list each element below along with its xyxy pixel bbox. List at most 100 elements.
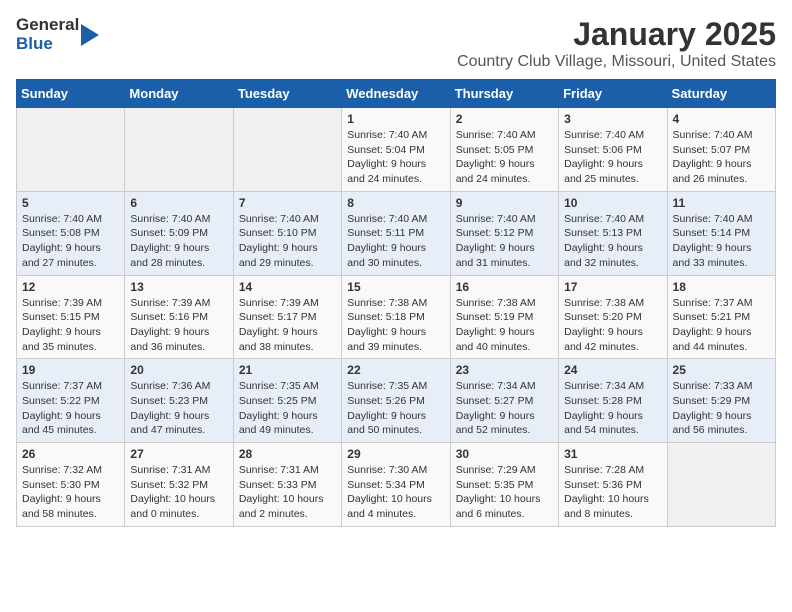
day-info: Sunrise: 7:40 AM Sunset: 5:05 PM Dayligh…: [456, 128, 553, 187]
day-number: 20: [130, 363, 227, 377]
day-info: Sunrise: 7:30 AM Sunset: 5:34 PM Dayligh…: [347, 463, 444, 522]
col-header-tuesday: Tuesday: [233, 80, 341, 108]
day-number: 14: [239, 280, 336, 294]
day-number: 11: [673, 196, 770, 210]
day-number: 24: [564, 363, 661, 377]
day-info: Sunrise: 7:34 AM Sunset: 5:28 PM Dayligh…: [564, 379, 661, 438]
calendar-week-row: 5 Sunrise: 7:40 AM Sunset: 5:08 PM Daylig…: [17, 191, 776, 275]
day-info: Sunrise: 7:33 AM Sunset: 5:29 PM Dayligh…: [673, 379, 770, 438]
day-number: 30: [456, 447, 553, 461]
day-number: 13: [130, 280, 227, 294]
day-info: Sunrise: 7:40 AM Sunset: 5:04 PM Dayligh…: [347, 128, 444, 187]
calendar-cell: 25Sunrise: 7:33 AM Sunset: 5:29 PM Dayli…: [667, 359, 775, 443]
day-number: 29: [347, 447, 444, 461]
page-header: General Blue January 2025 Country Club V…: [16, 16, 776, 71]
day-number: 18: [673, 280, 770, 294]
day-info: Sunrise: 7:39 AM Sunset: 5:16 PM Dayligh…: [130, 296, 227, 355]
day-info: Sunrise: 7:35 AM Sunset: 5:25 PM Dayligh…: [239, 379, 336, 438]
day-number: 31: [564, 447, 661, 461]
calendar-cell: 17 Sunrise: 7:38 AM Sunset: 5:20 PM Dayli…: [559, 275, 667, 359]
location-title: Country Club Village, Missouri, United S…: [457, 53, 776, 71]
title-block: January 2025 Country Club Village, Misso…: [457, 16, 776, 71]
col-header-friday: Friday: [559, 80, 667, 108]
logo-blue: Blue: [16, 35, 79, 54]
logo-text: General Blue: [16, 16, 99, 53]
day-info: Sunrise: 7:32 AM Sunset: 5:30 PM Dayligh…: [22, 463, 119, 522]
day-info: Sunrise: 7:40 AM Sunset: 5:12 PM Dayligh…: [456, 212, 553, 271]
day-number: 12: [22, 280, 119, 294]
day-info: Sunrise: 7:39 AM Sunset: 5:15 PM Dayligh…: [22, 296, 119, 355]
day-number: 8: [347, 196, 444, 210]
logo: General Blue: [16, 16, 99, 53]
calendar-cell: 16 Sunrise: 7:38 AM Sunset: 5:19 PM Dayli…: [450, 275, 558, 359]
day-number: 26: [22, 447, 119, 461]
calendar-cell: 31 Sunrise: 7:28 AM Sunset: 5:36 PM Dayli…: [559, 443, 667, 527]
day-info: Sunrise: 7:35 AM Sunset: 5:26 PM Dayligh…: [347, 379, 444, 438]
calendar-cell: 27 Sunrise: 7:31 AM Sunset: 5:32 PM Dayli…: [125, 443, 233, 527]
calendar-cell: 1 Sunrise: 7:40 AM Sunset: 5:04 PM Daylig…: [342, 108, 450, 192]
day-info: Sunrise: 7:28 AM Sunset: 5:36 PM Dayligh…: [564, 463, 661, 522]
day-number: 5: [22, 196, 119, 210]
day-info: Sunrise: 7:40 AM Sunset: 5:11 PM Dayligh…: [347, 212, 444, 271]
day-info: Sunrise: 7:34 AM Sunset: 5:27 PM Dayligh…: [456, 379, 553, 438]
calendar-cell: 7Sunrise: 7:40 AM Sunset: 5:10 PM Daylig…: [233, 191, 341, 275]
calendar-cell: 22Sunrise: 7:35 AM Sunset: 5:26 PM Dayli…: [342, 359, 450, 443]
day-info: Sunrise: 7:31 AM Sunset: 5:32 PM Dayligh…: [130, 463, 227, 522]
day-number: 3: [564, 112, 661, 126]
col-header-sunday: Sunday: [17, 80, 125, 108]
calendar-week-row: 19 Sunrise: 7:37 AM Sunset: 5:22 PM Dayli…: [17, 359, 776, 443]
calendar-week-row: 12 Sunrise: 7:39 AM Sunset: 5:15 PM Dayli…: [17, 275, 776, 359]
calendar-cell: [17, 108, 125, 192]
day-number: 6: [130, 196, 227, 210]
calendar-cell: 3Sunrise: 7:40 AM Sunset: 5:06 PM Daylig…: [559, 108, 667, 192]
calendar-cell: 12 Sunrise: 7:39 AM Sunset: 5:15 PM Dayli…: [17, 275, 125, 359]
day-number: 4: [673, 112, 770, 126]
calendar-cell: 14Sunrise: 7:39 AM Sunset: 5:17 PM Dayli…: [233, 275, 341, 359]
day-info: Sunrise: 7:40 AM Sunset: 5:07 PM Dayligh…: [673, 128, 770, 187]
day-info: Sunrise: 7:40 AM Sunset: 5:08 PM Dayligh…: [22, 212, 119, 271]
calendar-cell: 28 Sunrise: 7:31 AM Sunset: 5:33 PM Dayli…: [233, 443, 341, 527]
col-header-saturday: Saturday: [667, 80, 775, 108]
calendar-cell: 26 Sunrise: 7:32 AM Sunset: 5:30 PM Dayli…: [17, 443, 125, 527]
calendar-cell: 8 Sunrise: 7:40 AM Sunset: 5:11 PM Daylig…: [342, 191, 450, 275]
day-info: Sunrise: 7:40 AM Sunset: 5:09 PM Dayligh…: [130, 212, 227, 271]
day-info: Sunrise: 7:40 AM Sunset: 5:13 PM Dayligh…: [564, 212, 661, 271]
day-number: 28: [239, 447, 336, 461]
calendar-cell: [233, 108, 341, 192]
day-number: 17: [564, 280, 661, 294]
calendar-cell: 19 Sunrise: 7:37 AM Sunset: 5:22 PM Dayli…: [17, 359, 125, 443]
day-number: 21: [239, 363, 336, 377]
day-info: Sunrise: 7:38 AM Sunset: 5:19 PM Dayligh…: [456, 296, 553, 355]
col-header-wednesday: Wednesday: [342, 80, 450, 108]
calendar-cell: 30 Sunrise: 7:29 AM Sunset: 5:35 PM Dayli…: [450, 443, 558, 527]
calendar-cell: 10 Sunrise: 7:40 AM Sunset: 5:13 PM Dayli…: [559, 191, 667, 275]
calendar-cell: 20Sunrise: 7:36 AM Sunset: 5:23 PM Dayli…: [125, 359, 233, 443]
calendar-cell: 4 Sunrise: 7:40 AM Sunset: 5:07 PM Daylig…: [667, 108, 775, 192]
day-info: Sunrise: 7:29 AM Sunset: 5:35 PM Dayligh…: [456, 463, 553, 522]
calendar-cell: [667, 443, 775, 527]
calendar-cell: 13 Sunrise: 7:39 AM Sunset: 5:16 PM Dayli…: [125, 275, 233, 359]
logo-arrow-icon: [81, 24, 99, 46]
day-number: 16: [456, 280, 553, 294]
day-number: 1: [347, 112, 444, 126]
day-number: 10: [564, 196, 661, 210]
day-number: 9: [456, 196, 553, 210]
day-number: 19: [22, 363, 119, 377]
calendar-cell: 5 Sunrise: 7:40 AM Sunset: 5:08 PM Daylig…: [17, 191, 125, 275]
calendar-week-row: 1 Sunrise: 7:40 AM Sunset: 5:04 PM Daylig…: [17, 108, 776, 192]
day-number: 23: [456, 363, 553, 377]
day-info: Sunrise: 7:38 AM Sunset: 5:20 PM Dayligh…: [564, 296, 661, 355]
day-info: Sunrise: 7:37 AM Sunset: 5:22 PM Dayligh…: [22, 379, 119, 438]
calendar-cell: 11 Sunrise: 7:40 AM Sunset: 5:14 PM Dayli…: [667, 191, 775, 275]
calendar-week-row: 26 Sunrise: 7:32 AM Sunset: 5:30 PM Dayli…: [17, 443, 776, 527]
calendar-cell: 24 Sunrise: 7:34 AM Sunset: 5:28 PM Dayli…: [559, 359, 667, 443]
day-info: Sunrise: 7:40 AM Sunset: 5:14 PM Dayligh…: [673, 212, 770, 271]
col-header-monday: Monday: [125, 80, 233, 108]
day-number: 2: [456, 112, 553, 126]
logo-general: General: [16, 16, 79, 35]
calendar-cell: 9 Sunrise: 7:40 AM Sunset: 5:12 PM Daylig…: [450, 191, 558, 275]
calendar-cell: 2 Sunrise: 7:40 AM Sunset: 5:05 PM Daylig…: [450, 108, 558, 192]
day-info: Sunrise: 7:31 AM Sunset: 5:33 PM Dayligh…: [239, 463, 336, 522]
calendar-cell: 6 Sunrise: 7:40 AM Sunset: 5:09 PM Daylig…: [125, 191, 233, 275]
day-number: 27: [130, 447, 227, 461]
